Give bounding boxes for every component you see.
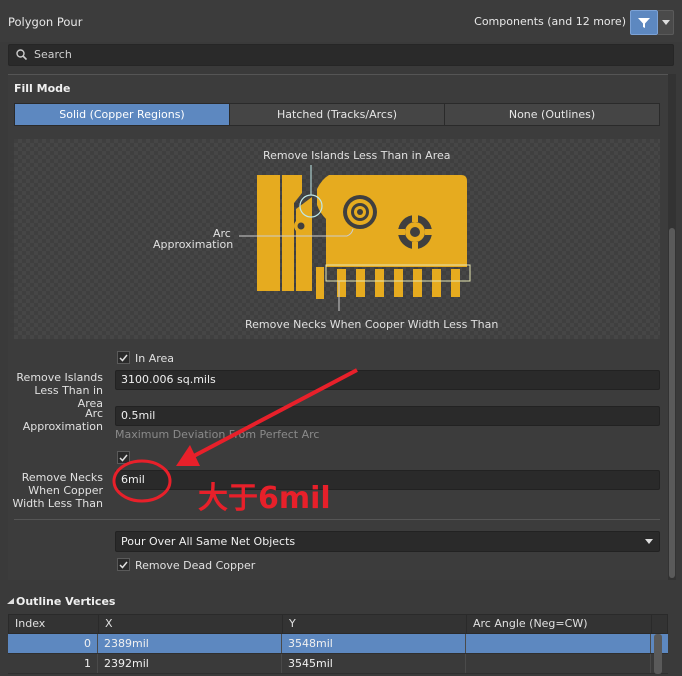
table-header: Index X Y Arc Angle (Neg=CW)	[8, 614, 668, 634]
table-row[interactable]: 1 2392mil 3545mil	[8, 654, 668, 674]
table-scrollbar-thumb[interactable]	[654, 634, 662, 674]
column-header-index[interactable]: Index	[9, 615, 99, 633]
cell-index: 1	[8, 654, 98, 673]
annotation-text: 大于6mil	[198, 481, 331, 516]
cell-arc[interactable]	[466, 654, 651, 673]
annotation-overlay	[112, 368, 358, 503]
cell-x[interactable]: 2392mil	[98, 654, 282, 673]
outline-vertices-table: Index X Y Arc Angle (Neg=CW) 0 2389mil 3…	[8, 614, 668, 674]
outline-vertices-heading: Outline Vertices	[16, 595, 116, 608]
annotation-arrow-line	[189, 368, 358, 460]
cell-x[interactable]: 2389mil	[98, 634, 282, 653]
cell-y[interactable]: 3548mil	[282, 634, 466, 653]
annotation-circle	[112, 459, 172, 503]
cell-arc[interactable]	[466, 634, 651, 653]
table-row[interactable]: 0 2389mil 3548mil	[8, 634, 668, 654]
column-header-y[interactable]: Y	[283, 615, 467, 633]
collapse-triangle-icon[interactable]	[7, 598, 14, 604]
cell-y[interactable]: 3545mil	[282, 654, 466, 673]
cell-index: 0	[8, 634, 98, 653]
column-header-arc-angle[interactable]: Arc Angle (Neg=CW)	[467, 615, 652, 633]
column-header-x[interactable]: X	[99, 615, 283, 633]
